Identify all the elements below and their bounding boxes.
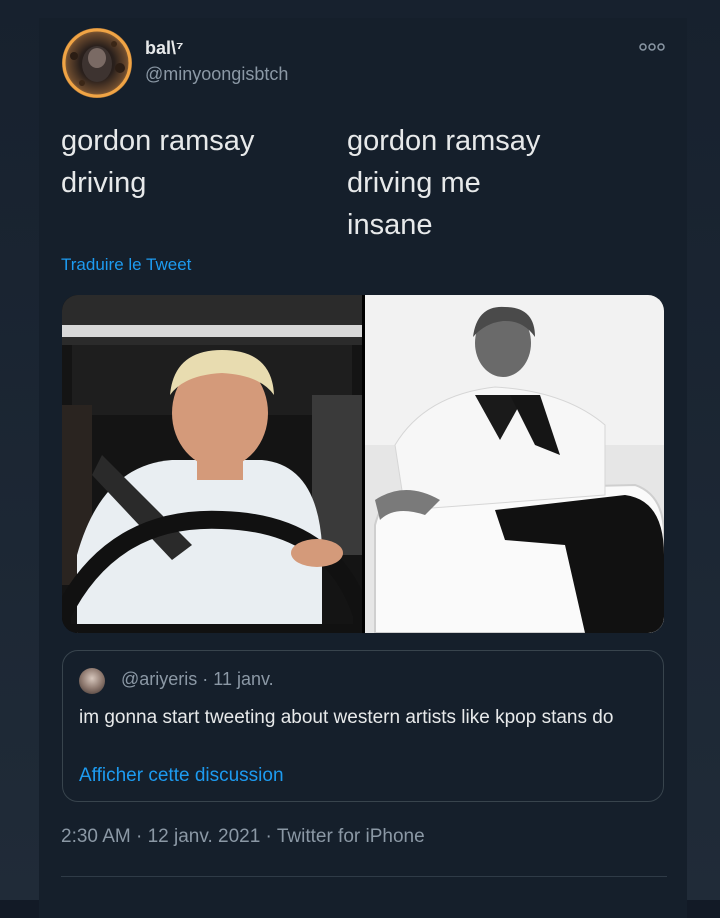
author-avatar[interactable] <box>62 28 132 98</box>
gordon-chair-image[interactable] <box>365 295 664 633</box>
tweet-card: bal\⁷ @minyoongisbtch gordon ramsay driv… <box>39 18 687 918</box>
tweet-timestamp[interactable]: 2:30 AM · 12 janv. 2021 · Twitter for iP… <box>61 826 425 848</box>
quoted-tweet-text: im gonna start tweeting about western ar… <box>79 707 614 728</box>
tweet-text-left: gordon ramsay driving <box>61 125 255 199</box>
author-handle[interactable]: @minyoongisbtch <box>145 64 288 85</box>
translate-tweet-link[interactable]: Traduire le Tweet <box>61 255 191 275</box>
tweet-text-right: gordon ramsay driving me insane <box>347 125 541 241</box>
tweet-media[interactable] <box>62 295 664 633</box>
quoted-author-avatar[interactable] <box>79 668 105 694</box>
show-thread-link[interactable]: Afficher cette discussion <box>79 765 284 787</box>
author-display-name[interactable]: bal\⁷ <box>145 38 183 59</box>
gordon-driving-image[interactable] <box>62 295 362 633</box>
quoted-tweet-meta[interactable]: @ariyeris · 11 janv. <box>121 669 274 690</box>
quoted-tweet[interactable]: @ariyeris · 11 janv. im gonna start twee… <box>62 650 664 802</box>
page-background: bal\⁷ @minyoongisbtch gordon ramsay driv… <box>0 0 720 918</box>
divider <box>61 876 667 877</box>
more-options-icon[interactable] <box>637 40 667 54</box>
